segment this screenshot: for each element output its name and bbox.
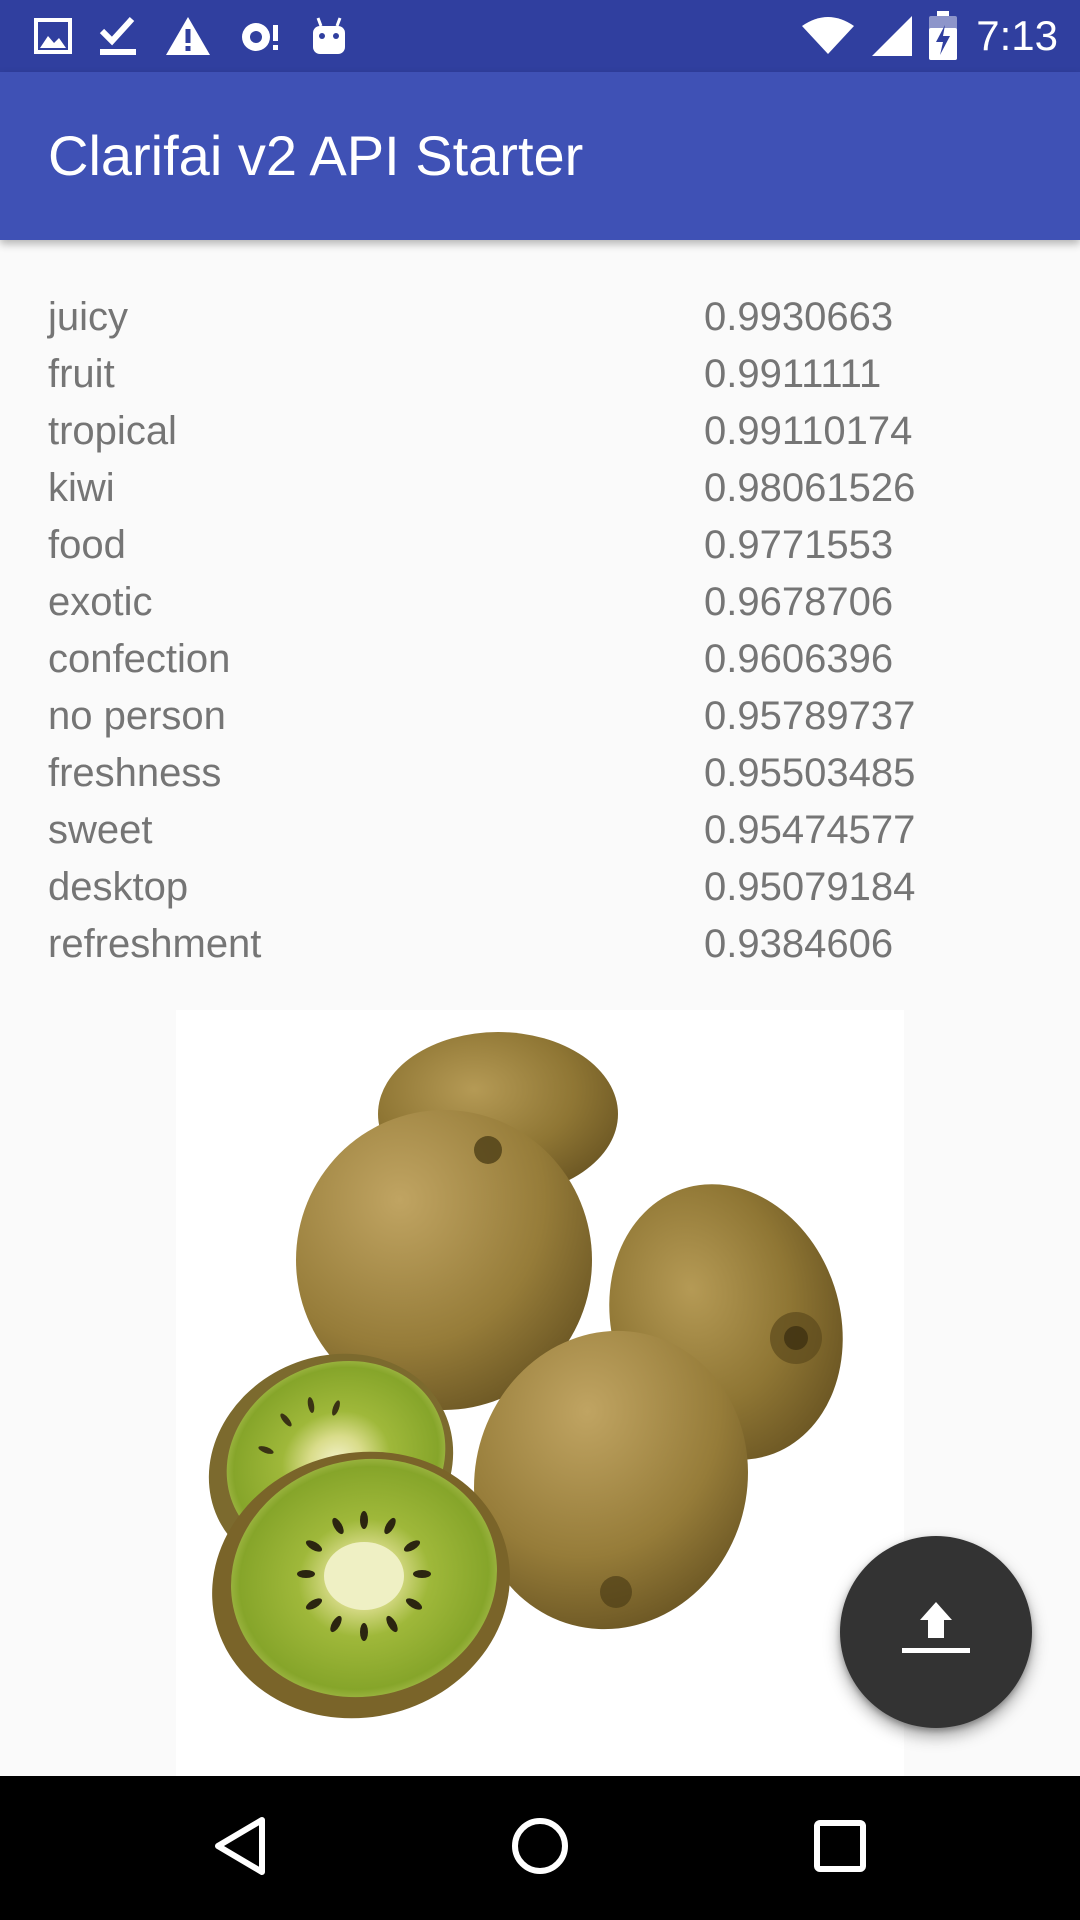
android-icon	[310, 16, 348, 56]
list-item: freshness 0.95503485	[0, 745, 1080, 802]
status-bar: 7:13	[0, 0, 1080, 72]
tag-value: 0.9606396	[704, 637, 894, 681]
list-item: food 0.9771553	[0, 517, 1080, 574]
back-icon	[212, 1816, 268, 1881]
warning-icon	[164, 15, 212, 57]
list-item: no person 0.95789737	[0, 688, 1080, 745]
tag-name: tropical	[48, 409, 177, 453]
home-icon	[510, 1816, 570, 1881]
results-list: juicy 0.9930663 fruit 0.9911111 tropical…	[0, 289, 1080, 973]
download-done-icon	[98, 15, 138, 57]
list-item: refreshment 0.9384606	[0, 916, 1080, 973]
list-item: sweet 0.95474577	[0, 802, 1080, 859]
list-item: exotic 0.9678706	[0, 574, 1080, 631]
system-icons: 7:13	[800, 10, 1058, 62]
image-icon	[34, 18, 72, 54]
tag-name: refreshment	[48, 922, 262, 966]
tag-value: 0.95079184	[704, 865, 916, 909]
list-item: kiwi 0.98061526	[0, 460, 1080, 517]
list-item: desktop 0.95079184	[0, 859, 1080, 916]
tag-value: 0.9384606	[704, 922, 894, 966]
tag-value: 0.99110174	[704, 409, 913, 453]
cell-signal-icon	[870, 14, 914, 58]
recents-button[interactable]	[804, 1812, 876, 1884]
tag-name: confection	[48, 637, 231, 681]
tag-value: 0.95503485	[704, 751, 916, 795]
navigation-bar	[0, 1776, 1080, 1920]
tag-value: 0.9771553	[704, 523, 894, 567]
tag-name: juicy	[48, 295, 129, 339]
list-item: juicy 0.9930663	[0, 289, 1080, 346]
list-item: tropical 0.99110174	[0, 403, 1080, 460]
tag-name: exotic	[48, 580, 153, 624]
tag-name: kiwi	[48, 466, 115, 510]
tag-value: 0.9911111	[704, 352, 882, 396]
tag-name: food	[48, 523, 126, 567]
tag-name: no person	[48, 694, 226, 738]
tag-value: 0.9930663	[704, 295, 894, 339]
tag-name: desktop	[48, 865, 189, 909]
tag-value: 0.95789737	[704, 694, 916, 738]
notification-icons	[34, 12, 348, 60]
tag-value: 0.98061526	[704, 466, 916, 510]
app-bar: Clarifai v2 API Starter	[0, 72, 1080, 240]
kiwi-fruit-image	[176, 1010, 904, 1776]
tag-value: 0.95474577	[704, 808, 916, 852]
upload-icon	[900, 1598, 972, 1667]
status-time: 7:13	[976, 12, 1058, 59]
recents-icon	[813, 1819, 867, 1878]
tag-name: freshness	[48, 751, 222, 795]
upload-button[interactable]	[840, 1536, 1032, 1728]
list-item: fruit 0.9911111	[0, 346, 1080, 403]
home-button[interactable]	[504, 1812, 576, 1884]
sync-icon	[238, 15, 284, 57]
tag-value: 0.9678706	[704, 580, 894, 624]
wifi-icon	[800, 16, 856, 56]
app-title: Clarifai v2 API Starter	[48, 124, 584, 187]
tag-name: sweet	[48, 808, 153, 852]
list-item: confection 0.9606396	[0, 631, 1080, 688]
battery-charging-icon	[928, 11, 958, 61]
tag-name: fruit	[48, 352, 115, 396]
back-button[interactable]	[204, 1812, 276, 1884]
